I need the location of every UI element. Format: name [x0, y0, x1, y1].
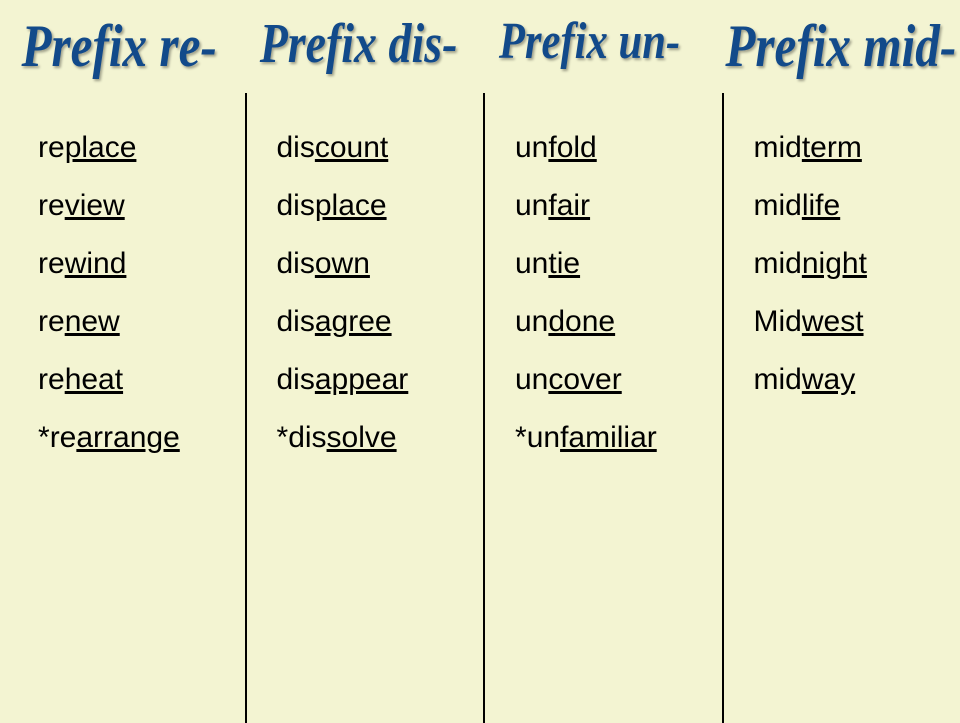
word-prefix: mid: [754, 131, 802, 164]
word-root: night: [802, 247, 867, 280]
columns-container: replacereviewrewindrenewreheat*rearrange…: [0, 93, 960, 723]
word-item: displace: [277, 191, 484, 221]
word-item: disappear: [277, 365, 484, 395]
word-root: count: [315, 131, 388, 164]
word-prefix: dis: [277, 247, 315, 280]
word-column: midtermmidlifemidnightMidwestmidway: [724, 93, 960, 723]
word-prefix: un: [515, 247, 548, 280]
word-item: disown: [277, 249, 484, 279]
word-prefix: re: [38, 247, 65, 280]
word-root: tie: [548, 247, 580, 280]
word-item: renew: [38, 307, 245, 337]
word-item: *rearrange: [38, 423, 245, 453]
word-column: replacereviewrewindrenewreheat*rearrange: [8, 93, 247, 723]
header-row: Prefix re- Prefix dis- Prefix un- Prefix…: [0, 0, 960, 81]
word-root: own: [315, 247, 370, 280]
word-root: view: [65, 189, 125, 222]
word-prefix: dis: [277, 363, 315, 396]
word-root: fold: [548, 131, 596, 164]
word-item: replace: [38, 133, 245, 163]
word-root: way: [802, 363, 855, 396]
word-root: new: [65, 305, 120, 338]
word-root: life: [802, 189, 840, 222]
word-prefix: un: [515, 131, 548, 164]
word-prefix: dis: [277, 305, 315, 338]
word-prefix: dis: [288, 421, 326, 454]
word-root: wind: [65, 247, 127, 280]
word-root: cover: [548, 363, 621, 396]
column-header: Prefix mid-: [726, 12, 957, 81]
word-root: agree: [315, 305, 392, 338]
word-root: term: [802, 131, 862, 164]
word-prefix: un: [515, 305, 548, 338]
word-root: familiar: [560, 421, 657, 454]
word-item: undone: [515, 307, 722, 337]
word-column: unfoldunfairuntieundoneuncover*unfamilia…: [485, 93, 724, 723]
word-prefix: re: [50, 421, 77, 454]
word-item: rewind: [38, 249, 245, 279]
word-prefix: dis: [277, 189, 315, 222]
word-prefix: un: [515, 363, 548, 396]
word-item: midterm: [754, 133, 960, 163]
word-root: arrange: [76, 421, 179, 454]
word-prefix: re: [38, 305, 65, 338]
word-item: midnight: [754, 249, 960, 279]
word-prefix: re: [38, 363, 65, 396]
word-prefix: un: [527, 421, 560, 454]
word-prefix: re: [38, 189, 65, 222]
column-header: Prefix re-: [21, 12, 216, 81]
word-root: appear: [315, 363, 408, 396]
word-item: Midwest: [754, 307, 960, 337]
word-column: discountdisplacedisowndisagreedisappear*…: [247, 93, 486, 723]
word-item: disagree: [277, 307, 484, 337]
word-root: place: [315, 189, 387, 222]
word-item: midlife: [754, 191, 960, 221]
word-item: discount: [277, 133, 484, 163]
word-root: place: [65, 131, 137, 164]
word-item: unfair: [515, 191, 722, 221]
column-header: Prefix un-: [499, 12, 680, 81]
word-item: untie: [515, 249, 722, 279]
word-item: unfold: [515, 133, 722, 163]
word-root: solve: [327, 421, 397, 454]
word-prefix: Mid: [754, 305, 802, 338]
word-item: midway: [754, 365, 960, 395]
word-item: *unfamiliar: [515, 423, 722, 453]
word-prefix: re: [38, 131, 65, 164]
word-prefix: dis: [277, 131, 315, 164]
word-item: *dissolve: [277, 423, 484, 453]
word-prefix: mid: [754, 189, 802, 222]
word-prefix: un: [515, 189, 548, 222]
word-item: review: [38, 191, 245, 221]
word-root: heat: [65, 363, 123, 396]
word-root: done: [548, 305, 615, 338]
word-item: uncover: [515, 365, 722, 395]
word-root: west: [802, 305, 864, 338]
word-prefix: mid: [754, 247, 802, 280]
word-item: reheat: [38, 365, 245, 395]
column-header: Prefix dis-: [260, 12, 458, 81]
word-root: fair: [548, 189, 590, 222]
word-prefix: mid: [754, 363, 802, 396]
